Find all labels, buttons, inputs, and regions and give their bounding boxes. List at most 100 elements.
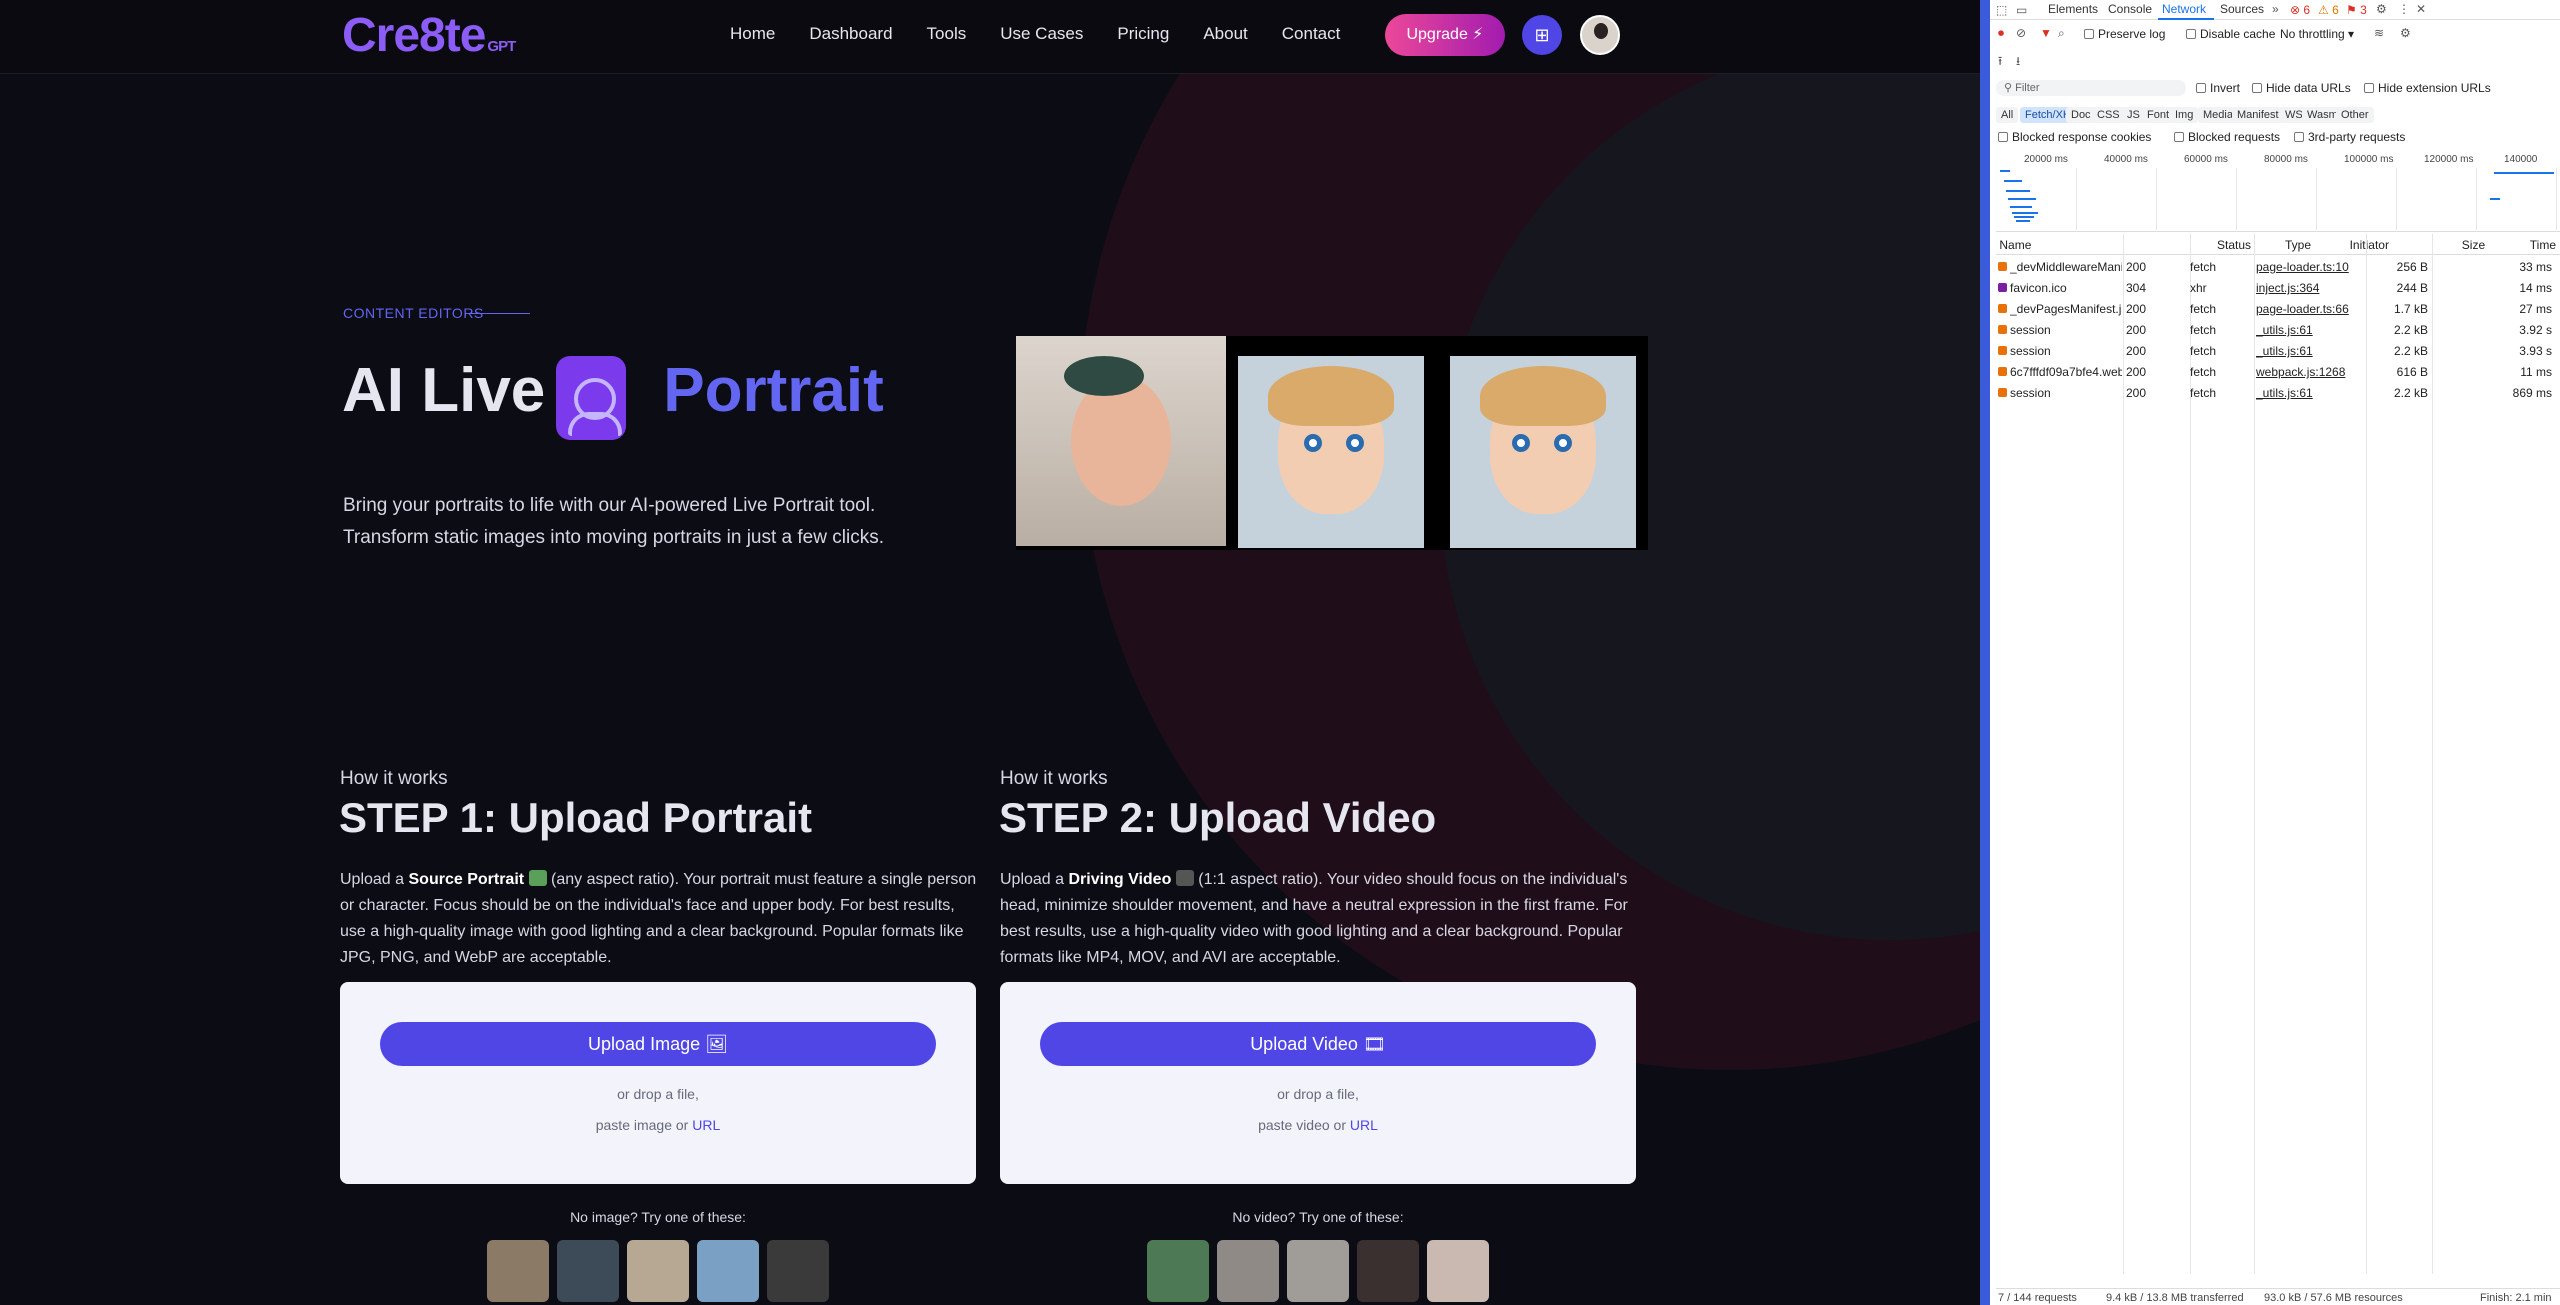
site-logo[interactable]: Cre8te GPT bbox=[342, 8, 516, 63]
table-row[interactable]: _devPagesManifest.json 200 fetch page-loade… bbox=[1996, 298, 2560, 319]
hide-data-urls-checkbox[interactable]: Hide data URLs bbox=[2252, 81, 2351, 95]
nav-link-pricing[interactable]: Pricing bbox=[1117, 24, 1169, 44]
image-sample-thumb[interactable] bbox=[697, 1240, 759, 1302]
cell-status: 304 bbox=[2126, 281, 2147, 295]
table-row[interactable]: _devMiddlewareManifest.json 200 fetch page-… bbox=[1996, 256, 2560, 277]
cell-name: _devPagesManifest.json bbox=[2010, 302, 2122, 316]
error-count[interactable]: ⊗ 6 bbox=[2290, 3, 2310, 17]
user-avatar[interactable] bbox=[1580, 15, 1620, 55]
image-sample-thumb[interactable] bbox=[487, 1240, 549, 1302]
cell-size: 2.2 kB bbox=[2393, 386, 2428, 400]
cell-initiator[interactable]: _utils.js:61 bbox=[2256, 323, 2364, 337]
more-tabs-icon[interactable]: » bbox=[2272, 2, 2279, 16]
upload-image-button[interactable]: Upload Image 🖼 bbox=[380, 1022, 936, 1066]
inspect-icon[interactable]: ⬚ bbox=[1996, 3, 2007, 17]
blocked-requests-checkbox[interactable]: Blocked requests bbox=[2174, 130, 2280, 144]
third-party-checkbox[interactable]: 3rd-party requests bbox=[2294, 130, 2405, 144]
tab-console[interactable]: Console bbox=[2108, 2, 2152, 16]
network-settings-icon[interactable]: ⚙ bbox=[2400, 26, 2411, 40]
nav-link-home[interactable]: Home bbox=[730, 24, 775, 44]
filter-chip-css[interactable]: CSS bbox=[2092, 107, 2125, 123]
image-sample-thumb[interactable] bbox=[627, 1240, 689, 1302]
filter-icon[interactable]: ▼ bbox=[2040, 26, 2052, 40]
upload-video-button[interactable]: Upload Video 🎞 bbox=[1040, 1022, 1596, 1066]
paste-hint: paste video or URL bbox=[1258, 1117, 1378, 1133]
cell-initiator[interactable]: _utils.js:61 bbox=[2256, 386, 2364, 400]
column-header-type[interactable]: Type bbox=[2285, 238, 2311, 252]
settings-icon[interactable]: ⚙ bbox=[2376, 2, 2387, 16]
nav-link-contact[interactable]: Contact bbox=[1282, 24, 1341, 44]
nav-link-about[interactable]: About bbox=[1203, 24, 1247, 44]
filter-input[interactable]: ⚲ Filter bbox=[1996, 80, 2186, 96]
nav-link-tools[interactable]: Tools bbox=[927, 24, 967, 44]
timeline-tick-label: 20000 ms bbox=[2024, 154, 2068, 165]
kebab-menu-icon[interactable]: ⋮ bbox=[2398, 2, 2410, 16]
export-har-icon[interactable]: ⭳ bbox=[2016, 52, 2020, 73]
column-header-size[interactable]: Size bbox=[2462, 238, 2485, 252]
step2-title: STEP 2: Upload Video bbox=[999, 794, 1437, 841]
nav-links: Home Dashboard Tools Use Cases Pricing About C… bbox=[730, 24, 1374, 44]
cell-initiator[interactable]: _utils.js:61 bbox=[2256, 344, 2364, 358]
video-sample-thumb[interactable] bbox=[1357, 1240, 1419, 1302]
image-sample-thumb[interactable] bbox=[767, 1240, 829, 1302]
tab-sources[interactable]: Sources bbox=[2220, 2, 2264, 16]
cell-size: 2.2 kB bbox=[2393, 323, 2428, 337]
invert-checkbox[interactable]: Invert bbox=[2196, 81, 2240, 95]
column-header-initiator[interactable]: Initiator bbox=[2350, 238, 2389, 252]
cell-time: 869 ms bbox=[2512, 386, 2552, 400]
disable-cache-checkbox[interactable]: Disable cache bbox=[2186, 27, 2275, 41]
table-row[interactable]: session 200 fetch _utils.js:61 2.2 kB 3.92 s bbox=[1996, 319, 2560, 340]
filter-chip-img[interactable]: Img bbox=[2170, 107, 2199, 123]
timeline-gridline bbox=[2476, 168, 2477, 230]
video-sample-thumb[interactable] bbox=[1217, 1240, 1279, 1302]
cell-initiator[interactable]: inject.js:364 bbox=[2256, 281, 2364, 295]
filter-chip-other[interactable]: Other bbox=[2336, 107, 2374, 123]
network-conditions-icon[interactable]: ≋ bbox=[2374, 26, 2384, 40]
filter-chip-all[interactable]: All bbox=[1996, 107, 2019, 123]
image-url-link[interactable]: URL bbox=[692, 1117, 720, 1133]
column-header-time[interactable]: Time bbox=[2530, 238, 2556, 252]
cell-initiator[interactable]: webpack.js:1268 bbox=[2256, 365, 2364, 379]
hide-extension-urls-checkbox[interactable]: Hide extension URLs bbox=[2364, 81, 2491, 95]
preserve-log-checkbox[interactable]: Preserve log bbox=[2084, 27, 2165, 41]
warning-count[interactable]: ⚠ 6 bbox=[2318, 3, 2339, 17]
import-har-icon[interactable]: ⭱ bbox=[1998, 52, 2002, 73]
column-header-name[interactable]: Name bbox=[1999, 238, 2031, 252]
tab-network[interactable]: Network bbox=[2162, 2, 2206, 16]
cell-time: 3.92 s bbox=[2519, 323, 2552, 337]
cell-initiator[interactable]: page-loader.ts:10 bbox=[2256, 260, 2364, 274]
clear-icon[interactable]: ⊘ bbox=[2016, 26, 2026, 40]
search-icon[interactable]: ⌕ bbox=[2058, 26, 2065, 41]
video-sample-thumb[interactable] bbox=[1287, 1240, 1349, 1302]
issues-count[interactable]: ⚑ 3 bbox=[2346, 3, 2367, 17]
table-row[interactable]: session 200 fetch _utils.js:61 2.2 kB 3.93 s bbox=[1996, 340, 2560, 361]
table-row[interactable]: session 200 fetch _utils.js:61 2.2 kB 869 ms bbox=[1996, 382, 2560, 403]
video-url-link[interactable]: URL bbox=[1350, 1117, 1378, 1133]
cell-size: 1.7 kB bbox=[2393, 302, 2428, 316]
image-sample-thumb[interactable] bbox=[557, 1240, 619, 1302]
table-row[interactable]: 6c7fffdf09a7bfe4.webpack.hot... 200 fetch w… bbox=[1996, 361, 2560, 382]
timeline-gridline bbox=[2076, 168, 2077, 230]
image-dropzone[interactable]: Upload Image 🖼 or drop a file, paste ima… bbox=[340, 982, 976, 1184]
record-icon[interactable]: ⏺ bbox=[1998, 26, 2004, 41]
timeline-gridline bbox=[2316, 168, 2317, 230]
apps-grid-icon[interactable]: ⊞ bbox=[1522, 15, 1562, 55]
network-overview-timeline[interactable]: 20000 ms 40000 ms 60000 ms 80000 ms 100000 m… bbox=[1996, 150, 2560, 232]
tab-elements[interactable]: Elements bbox=[2048, 2, 2098, 16]
device-toggle-icon[interactable]: ▭ bbox=[2016, 3, 2027, 17]
close-icon[interactable]: ✕ bbox=[2416, 2, 2426, 16]
upgrade-button[interactable]: Upgrade ⚡ bbox=[1385, 14, 1505, 56]
video-sample-thumb[interactable] bbox=[1427, 1240, 1489, 1302]
table-row[interactable]: favicon.ico 304 xhr inject.js:364 244 B 14 ms bbox=[1996, 277, 2560, 298]
timeline-request-bar bbox=[2006, 190, 2030, 192]
nav-link-dashboard[interactable]: Dashboard bbox=[809, 24, 892, 44]
column-header-status[interactable]: Status bbox=[2217, 238, 2251, 252]
throttling-select[interactable]: No throttling ▾ bbox=[2280, 27, 2354, 41]
blocked-cookies-checkbox[interactable]: Blocked response cookies bbox=[1998, 130, 2151, 144]
cell-initiator[interactable]: page-loader.ts:66 bbox=[2256, 302, 2364, 316]
nav-link-use-cases[interactable]: Use Cases bbox=[1000, 24, 1083, 44]
video-sample-thumb[interactable] bbox=[1147, 1240, 1209, 1302]
filter-chip-manifest[interactable]: Manifest bbox=[2232, 107, 2284, 123]
timeline-request-bar bbox=[2490, 198, 2500, 200]
video-dropzone[interactable]: Upload Video 🎞 or drop a file, paste vid… bbox=[1000, 982, 1636, 1184]
